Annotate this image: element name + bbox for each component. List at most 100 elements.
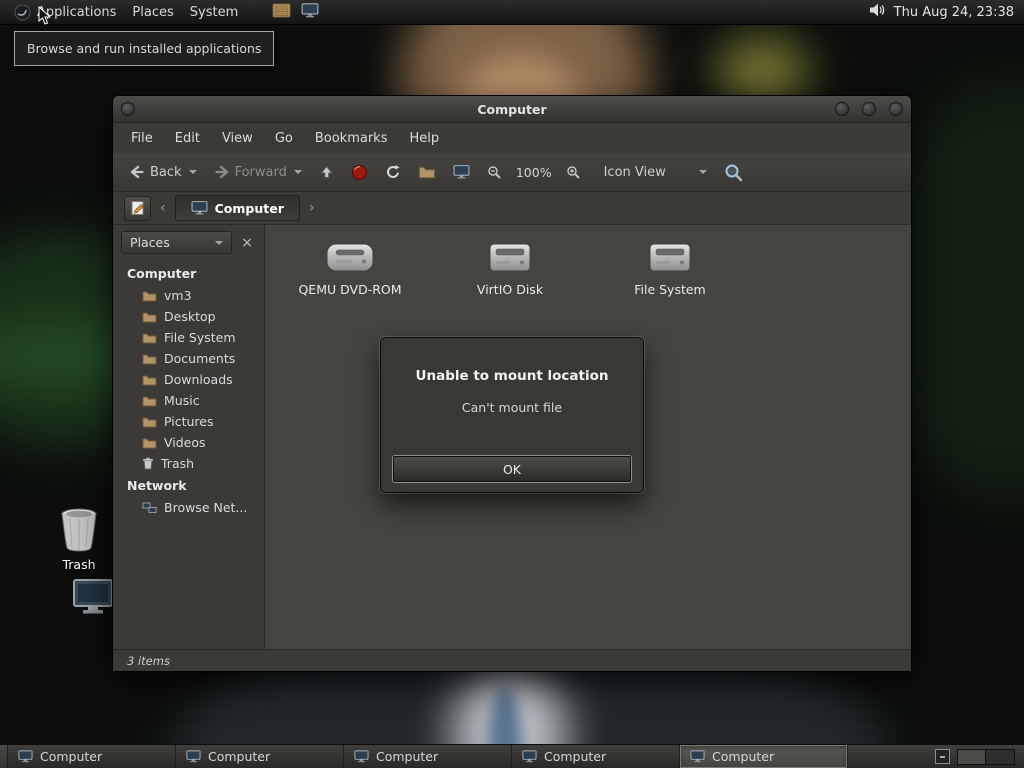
workspace-2[interactable] — [986, 749, 1014, 764]
top-panel: Applications Places System Thu Aug 24, 2… — [0, 0, 1024, 25]
menu-go[interactable]: Go — [265, 127, 303, 150]
ok-button[interactable]: OK — [393, 456, 631, 482]
file-icons: QEMU DVD-ROM VirtIO Disk File System — [265, 225, 911, 297]
home-button[interactable] — [413, 161, 441, 183]
zoom-in-button[interactable] — [561, 161, 586, 184]
sidebar-item-label: Documents — [164, 351, 236, 366]
up-button[interactable] — [314, 161, 339, 183]
sidebar-item-documents[interactable]: Documents — [113, 348, 264, 369]
forward-dropdown-caret[interactable] — [293, 170, 302, 174]
sidebar-item-computer[interactable]: Computer — [113, 262, 264, 285]
window-button-icon — [522, 750, 537, 763]
sidebar-header: Places × — [113, 225, 264, 259]
zoom-level: 100% — [515, 164, 552, 180]
breadcrumb-computer[interactable]: Computer — [174, 195, 300, 221]
dvd-drive-icon — [326, 243, 374, 272]
folder-icon — [142, 438, 157, 448]
file-qemu-dvd-rom[interactable]: QEMU DVD-ROM — [275, 241, 425, 297]
network-icon — [142, 502, 157, 513]
sidebar-item-downloads[interactable]: Downloads — [113, 369, 264, 390]
desktop-icon-trash[interactable]: Trash — [44, 506, 114, 572]
menu-bookmarks[interactable]: Bookmarks — [305, 127, 398, 150]
stop-button[interactable] — [346, 160, 373, 185]
trash-icon — [61, 508, 97, 552]
sidebar-item-vm3[interactable]: vm3 — [113, 285, 264, 306]
volume-icon — [869, 3, 884, 17]
menu-help[interactable]: Help — [399, 127, 449, 150]
location-bar: ‹ Computer › — [113, 192, 911, 225]
sidebar-item-music[interactable]: Music — [113, 390, 264, 411]
folder-icon — [142, 354, 157, 364]
sidebar-item-label: vm3 — [164, 288, 192, 303]
folder-icon — [142, 375, 157, 385]
reload-icon — [386, 165, 400, 178]
sidebar-item-trash[interactable]: Trash — [113, 453, 264, 474]
clock[interactable]: Thu Aug 24, 23:38 — [894, 5, 1018, 20]
menu-applications[interactable]: Applications — [6, 1, 124, 24]
disk-drive-icon — [489, 243, 531, 272]
sidebar-item-pictures[interactable]: Pictures — [113, 411, 264, 432]
forward-button[interactable]: Forward — [209, 161, 307, 184]
window-title: Computer — [477, 101, 547, 117]
file-manager-launcher[interactable] — [272, 3, 291, 22]
menu-places[interactable]: Places — [124, 2, 181, 23]
menu-file[interactable]: File — [121, 127, 163, 150]
sidebar-item-desktop[interactable]: Desktop — [113, 306, 264, 327]
volume-applet[interactable] — [869, 3, 886, 21]
breadcrumb-scroll-left[interactable]: ‹ — [156, 199, 170, 217]
breadcrumb-computer-icon — [191, 201, 208, 215]
window-button-label: Computer — [208, 749, 271, 764]
taskbar-window-button[interactable]: Computer — [176, 745, 344, 768]
sidebar-item-label: Browse Net... — [164, 500, 248, 515]
menu-edit[interactable]: Edit — [165, 127, 210, 150]
file-cabinet-icon — [272, 3, 291, 17]
window-button-label: Computer — [712, 749, 775, 764]
sidebar-item-label: Desktop — [164, 309, 216, 324]
reload-button[interactable] — [380, 160, 406, 184]
file-virtio-disk[interactable]: VirtIO Disk — [435, 241, 585, 297]
breadcrumb-scroll-right[interactable]: › — [305, 199, 319, 217]
workspace-1[interactable] — [958, 749, 986, 764]
toolbar: Back Forward 100% Icon View — [113, 153, 911, 192]
sidebar-pane-caret — [215, 240, 224, 245]
sidebar-pane-selector[interactable]: Places — [121, 231, 233, 254]
titlebar[interactable]: Computer — [113, 96, 911, 123]
file-file-system[interactable]: File System — [595, 241, 745, 297]
back-button[interactable]: Back — [124, 161, 202, 184]
home-folder-icon — [418, 166, 436, 179]
file-view[interactable]: QEMU DVD-ROM VirtIO Disk File System Una… — [265, 225, 911, 649]
trash-small-icon — [142, 457, 154, 470]
taskbar-window-button-active[interactable]: Computer — [680, 745, 848, 768]
menu-view[interactable]: View — [212, 127, 263, 150]
location-edit-toggle[interactable] — [124, 195, 151, 221]
panel-right: Thu Aug 24, 23:38 — [869, 3, 1018, 21]
sidebar-item-network[interactable]: Network — [113, 474, 264, 497]
taskbar-window-button[interactable]: Computer — [512, 745, 680, 768]
sidebar-item-browse-network[interactable]: Browse Net... — [113, 497, 264, 518]
desktop-icon-label: Trash — [62, 557, 96, 572]
view-mode-selector[interactable]: Icon View — [599, 161, 712, 184]
sidebar-item-file-system[interactable]: File System — [113, 327, 264, 348]
search-button[interactable] — [719, 159, 748, 186]
dialog-message: Can't mount file — [461, 400, 563, 415]
computer-button[interactable] — [448, 161, 475, 183]
zoom-out-button[interactable] — [482, 161, 507, 184]
menu-system[interactable]: System — [182, 2, 246, 23]
applications-menu-icon — [14, 4, 31, 20]
display-launcher[interactable] — [301, 2, 319, 22]
forward-icon — [214, 165, 228, 179]
applications-tooltip: Browse and run installed applications — [14, 31, 275, 66]
sidebar-close-button[interactable]: × — [235, 234, 259, 252]
tray-applet[interactable] — [935, 749, 950, 764]
back-icon — [130, 165, 144, 179]
folder-icon — [142, 417, 157, 427]
back-dropdown-caret[interactable] — [188, 170, 197, 174]
sidebar-pane-label: Places — [130, 235, 170, 250]
panel-launchers — [272, 2, 319, 22]
taskbar-window-button[interactable]: Computer — [344, 745, 512, 768]
mount-error-dialog: Unable to mount location Can't mount fil… — [380, 337, 644, 493]
taskbar-handle[interactable] — [0, 745, 8, 768]
sidebar-item-videos[interactable]: Videos — [113, 432, 264, 453]
taskbar-window-button[interactable]: Computer — [8, 745, 176, 768]
disk-drive-icon — [649, 243, 691, 272]
